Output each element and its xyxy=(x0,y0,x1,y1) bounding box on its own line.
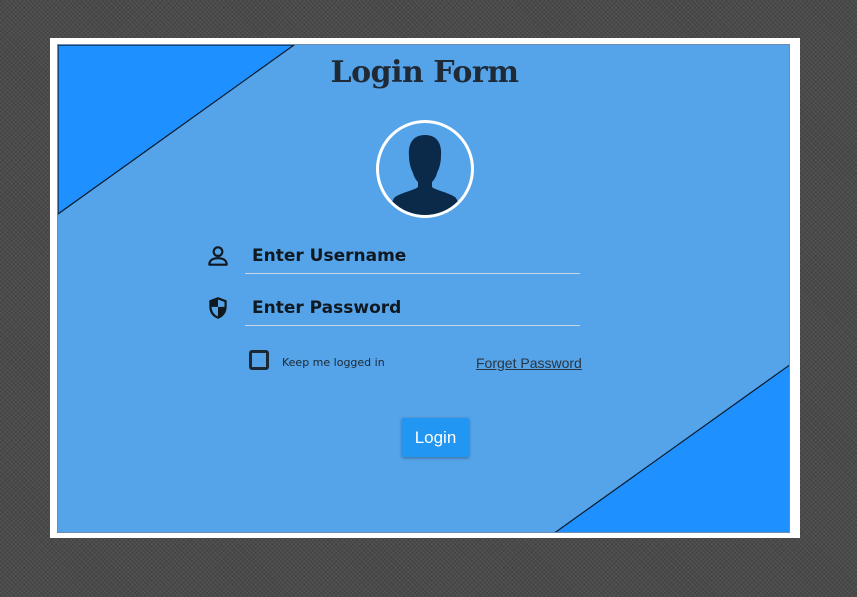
password-field[interactable] xyxy=(245,291,580,326)
user-silhouette-icon xyxy=(391,135,459,215)
login-panel: Login Form Keep me logged i xyxy=(57,44,790,533)
remember-me-checkbox[interactable] xyxy=(249,350,269,370)
avatar xyxy=(376,120,474,218)
form-title: Login Form xyxy=(330,55,519,90)
decorative-corners xyxy=(58,45,789,532)
username-input[interactable] xyxy=(245,239,580,273)
person-outline-icon xyxy=(205,243,231,269)
shield-icon xyxy=(205,295,231,321)
forget-password-link[interactable]: Forget Password xyxy=(476,355,582,371)
remember-me-label: Keep me logged in xyxy=(282,356,385,369)
password-input[interactable] xyxy=(245,291,580,325)
bottom-right-triangle xyxy=(554,364,789,532)
username-field[interactable] xyxy=(245,239,580,274)
login-button[interactable]: Login xyxy=(402,418,469,457)
login-card-frame: Login Form Keep me logged i xyxy=(50,38,800,538)
